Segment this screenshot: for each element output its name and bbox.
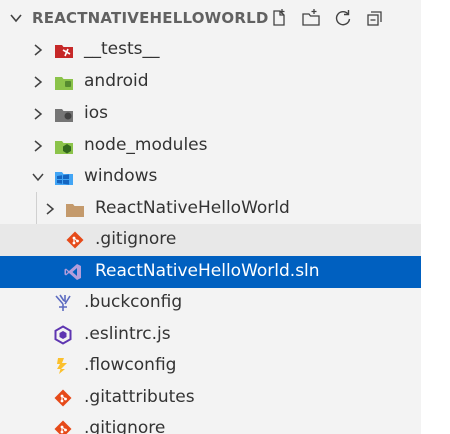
tree-item-label: .gitignore: [84, 418, 166, 434]
tree-item-label: windows: [84, 166, 158, 186]
chevron-right-icon[interactable]: [42, 201, 58, 217]
tree-item-flowconfig[interactable]: .flowconfig: [0, 350, 421, 382]
collapse-all-button[interactable]: [362, 5, 388, 31]
tree-item-label: .flowconfig: [84, 355, 177, 375]
tree-item-label: .eslintrc.js: [84, 324, 171, 344]
new-folder-button[interactable]: [298, 5, 324, 31]
tree-item-label: __tests__: [84, 39, 160, 59]
chevron-right-icon[interactable]: [30, 138, 46, 154]
folder-node-icon: [55, 141, 73, 154]
tree-item-label: ios: [84, 103, 108, 123]
tree-item-node-modules[interactable]: node_modules: [0, 130, 421, 162]
eslint-icon: [54, 325, 72, 345]
tree-item-gitattributes[interactable]: .gitattributes: [0, 382, 421, 414]
folder-windows-icon: [55, 172, 73, 185]
chevron-right-icon[interactable]: [30, 42, 46, 58]
tree-item-windows[interactable]: windows: [0, 161, 421, 193]
chevron-down-icon[interactable]: [8, 10, 24, 26]
tree-item-gitignore-root[interactable]: .gitignore: [0, 413, 421, 434]
tree-item-label: node_modules: [84, 135, 208, 155]
tree-item-android[interactable]: android: [0, 66, 421, 98]
tree-item-label: .buckconfig: [84, 292, 183, 312]
tree-item-buckconfig[interactable]: .buckconfig: [0, 287, 421, 319]
flow-icon: [57, 358, 67, 374]
tree-item-tests[interactable]: __tests__: [0, 34, 421, 66]
chevron-right-icon[interactable]: [30, 74, 46, 90]
tree-item-sln-file[interactable]: ReactNativeHelloWorld.sln: [0, 256, 421, 288]
refresh-icon: [335, 10, 351, 26]
explorer-panel: REACTNATIVEHELLOWORLD __tests__ android …: [0, 0, 421, 434]
tree-item-label: .gitattributes: [84, 387, 195, 407]
tree-item-label: ReactNativeHelloWorld: [95, 198, 290, 218]
visual-studio-icon: [64, 264, 81, 280]
new-folder-icon: [302, 9, 320, 26]
tree-item-eslintrc[interactable]: .eslintrc.js: [0, 319, 421, 351]
refresh-button[interactable]: [330, 5, 356, 31]
section-title: REACTNATIVEHELLOWORLD: [32, 9, 269, 27]
chevron-down-icon[interactable]: [30, 169, 46, 185]
chevron-right-icon[interactable]: [30, 106, 46, 122]
git-icon: [54, 389, 72, 407]
tree-item-label: ReactNativeHelloWorld.sln: [95, 261, 320, 281]
tree-item-rnhw-folder[interactable]: ReactNativeHelloWorld: [0, 193, 421, 225]
git-icon: [54, 420, 72, 434]
folder-ios-icon: [55, 109, 73, 122]
new-file-button[interactable]: [266, 5, 292, 31]
header-actions: [266, 5, 388, 31]
collapse-all-icon: [367, 11, 382, 26]
tree-item-gitignore-inner[interactable]: .gitignore: [0, 224, 421, 256]
new-file-icon: [273, 9, 285, 26]
git-icon: [66, 231, 84, 249]
explorer-section-header[interactable]: REACTNATIVEHELLOWORLD: [0, 0, 421, 36]
tree-item-label: android: [84, 71, 149, 91]
tree-item-label: .gitignore: [95, 229, 177, 249]
tree-item-ios[interactable]: ios: [0, 98, 421, 130]
editor-edge: [421, 0, 450, 434]
folder-test-icon: [55, 45, 73, 58]
buck-icon: [55, 294, 71, 311]
folder-icon: [66, 204, 84, 217]
folder-android-icon: [55, 77, 73, 90]
